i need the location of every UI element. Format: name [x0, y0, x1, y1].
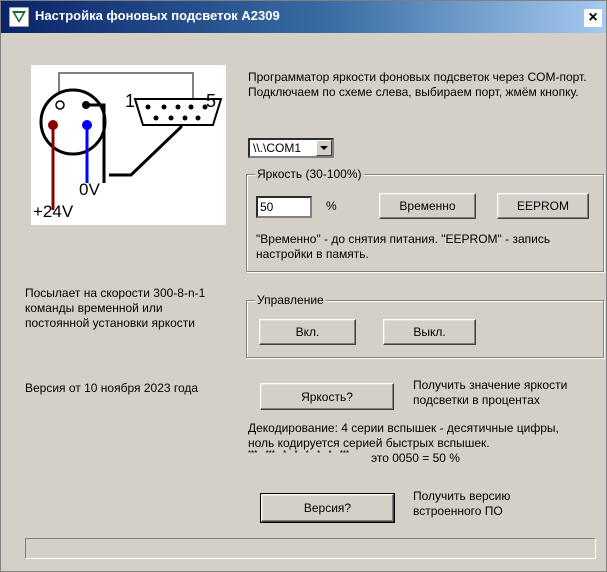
- port-select-value: \\.\COM1: [253, 141, 302, 155]
- query-version-desc: Получить версию встроенного ПО: [413, 489, 511, 518]
- control-legend: Управление: [255, 293, 326, 307]
- percent-unit: %: [326, 199, 337, 213]
- port-select[interactable]: \\.\COM1: [248, 138, 334, 158]
- temp-button[interactable]: Временно: [379, 193, 476, 219]
- query-version-button[interactable]: Версия?: [260, 493, 395, 523]
- gnd-label: 0V: [79, 180, 100, 199]
- query-brightness-desc: Получить значение яркости подсветки в пр…: [413, 378, 568, 407]
- power-label: +24V: [33, 202, 74, 221]
- description-text: Программатор яркости фоновых подсветок ч…: [248, 70, 587, 99]
- brightness-note: "Временно" - до снятия питания. "EEPROM"…: [256, 232, 551, 261]
- chevron-down-icon[interactable]: [316, 140, 332, 156]
- pin5-label: 5: [206, 91, 216, 111]
- off-button[interactable]: Выкл.: [383, 319, 476, 345]
- wiring-schematic: 1 5 0V +24V: [31, 65, 226, 225]
- main-window: Настройка фоновых подсветок A2309 × 1 5 …: [0, 0, 607, 572]
- decode-line1: Декодирование: 4 серии вспышек - десятич…: [248, 421, 559, 435]
- pin1-label: 1: [125, 91, 135, 111]
- decode-pattern: *** *** * * * * * ***: [248, 449, 350, 458]
- query-brightness-button[interactable]: Яркость?: [260, 383, 394, 410]
- app-icon: [9, 7, 29, 27]
- window-title: Настройка фоновых подсветок A2309: [35, 8, 280, 23]
- status-bar: [25, 538, 596, 559]
- eeprom-button[interactable]: EEPROM: [497, 193, 589, 219]
- decode-example: это 0050 = 50 %: [371, 451, 460, 465]
- title-bar[interactable]: Настройка фоновых подсветок A2309 ×: [1, 1, 606, 33]
- version-info: Версия от 10 ноября 2023 года: [25, 381, 199, 395]
- close-button[interactable]: ×: [584, 9, 602, 27]
- on-button[interactable]: Вкл.: [259, 319, 356, 345]
- brightness-legend: Яркость (30-100%): [255, 167, 364, 181]
- brightness-input[interactable]: [256, 196, 312, 218]
- speed-info: Посылает на скорости 300-8-n-1 команды в…: [25, 286, 206, 330]
